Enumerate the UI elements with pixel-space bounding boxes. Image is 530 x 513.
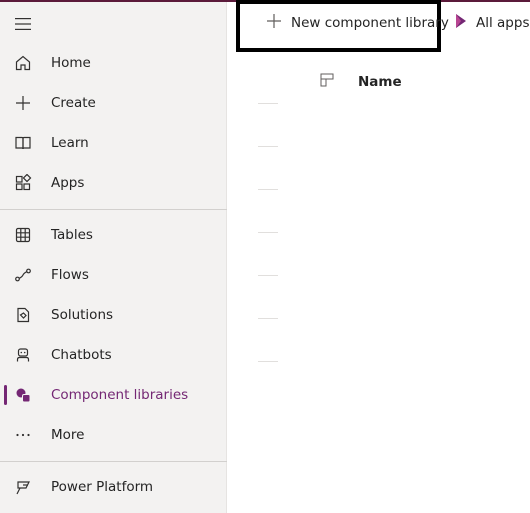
table-row-placeholder: [258, 361, 278, 362]
new-component-library-label: New component library: [291, 15, 449, 31]
sidebar-item-label: Create: [51, 95, 96, 111]
sidebar-item-label: Home: [51, 55, 91, 71]
table-header: Name: [320, 72, 402, 91]
sidebar-item-label: Apps: [51, 175, 85, 191]
sidebar-item-chatbots[interactable]: Chatbots: [0, 335, 227, 375]
table-row-placeholder: [258, 146, 278, 147]
table-icon: [13, 225, 33, 245]
sidebar-item-create[interactable]: Create: [0, 83, 227, 123]
sidebar-item-solutions[interactable]: Solutions: [0, 295, 227, 335]
table-row-placeholder: [258, 189, 278, 190]
sidebar-item-flows[interactable]: Flows: [0, 255, 227, 295]
power-apps-icon: [454, 13, 468, 33]
sidebar-divider: [0, 209, 227, 210]
selected-indicator: [4, 385, 7, 405]
sidebar-item-label: Power Platform: [51, 479, 154, 495]
sidebar-item-label: Learn: [51, 135, 89, 151]
ellipsis-icon: [13, 425, 33, 445]
home-icon: [13, 53, 33, 73]
hamburger-menu-icon[interactable]: [14, 16, 32, 30]
table-row-placeholder: [258, 318, 278, 319]
book-icon: [13, 133, 33, 153]
sidebar-divider: [0, 461, 227, 462]
column-header-name[interactable]: Name: [358, 74, 402, 90]
sidebar-item-component-libraries[interactable]: Component libraries: [0, 375, 227, 415]
column-options-icon[interactable]: [320, 72, 334, 91]
sidebar-item-label: More: [51, 427, 85, 443]
left-navigation: Home Create Learn Apps Tables Flows Solu…: [0, 2, 227, 513]
sidebar-item-label: Chatbots: [51, 347, 112, 363]
sidebar-item-label: Flows: [51, 267, 89, 283]
component-library-icon: [13, 385, 33, 405]
sidebar-item-power-platform[interactable]: Power Platform: [0, 467, 227, 507]
plus-icon: [265, 12, 283, 34]
sidebar-item-learn[interactable]: Learn: [0, 123, 227, 163]
power-platform-icon: [13, 477, 33, 497]
table-row-placeholder: [258, 232, 278, 233]
plus-icon: [13, 93, 33, 113]
sidebar-item-tables[interactable]: Tables: [0, 215, 227, 255]
bot-icon: [13, 345, 33, 365]
sidebar-item-home[interactable]: Home: [0, 43, 227, 83]
all-apps-label: All apps: [476, 15, 530, 31]
main-content: New component library All apps Name: [227, 0, 530, 513]
flow-icon: [13, 265, 33, 285]
sidebar-item-more[interactable]: More: [0, 415, 227, 455]
apps-icon: [13, 173, 33, 193]
app-window: Home Create Learn Apps Tables Flows Solu…: [0, 0, 530, 513]
sidebar-item-label: Component libraries: [51, 387, 189, 403]
sidebar-item-label: Tables: [51, 227, 93, 243]
table-row-placeholder: [258, 275, 278, 276]
sidebar-item-apps[interactable]: Apps: [0, 163, 227, 203]
all-apps-button[interactable]: All apps: [454, 11, 529, 35]
solutions-icon: [13, 305, 33, 325]
new-component-library-button[interactable]: New component library: [265, 11, 449, 35]
sidebar-item-label: Solutions: [51, 307, 114, 323]
table-row-placeholder: [258, 103, 278, 104]
